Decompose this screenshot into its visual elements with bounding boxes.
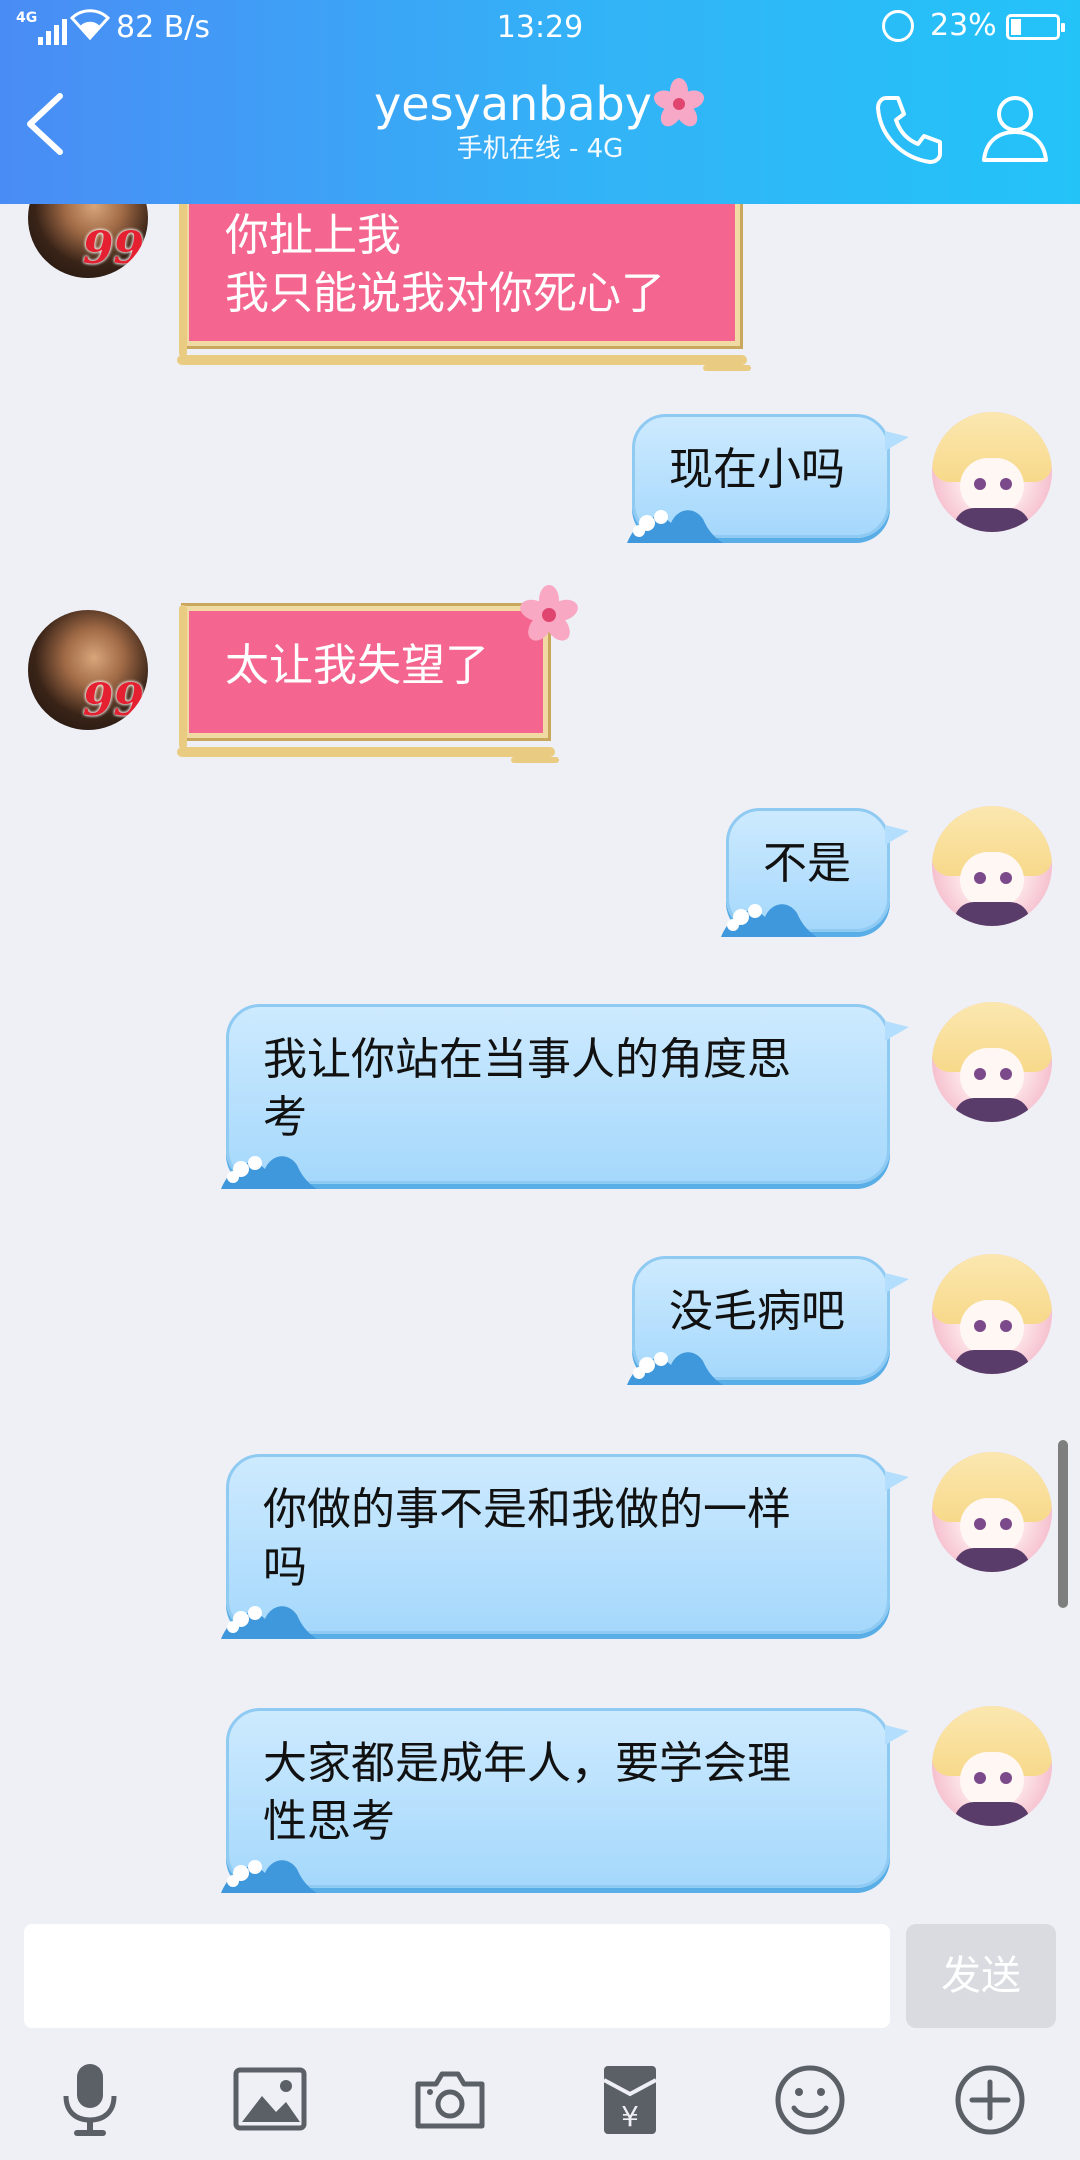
message-text: 我让你站在当事人的角度思 考 [263,1034,791,1143]
rotation-lock-icon [882,10,914,42]
svg-text:¥: ¥ [621,2100,639,2133]
avatar-badge: 99 [82,223,144,274]
message-text: 你扯上我 我只能说我对你死心了 [225,210,665,319]
status-bar: 4G 82 B/s 13:29 23% [0,0,1080,54]
message-bubble-sent[interactable]: 大家都是成年人，要学会理 性思考 [221,1708,909,1893]
my-avatar[interactable] [932,1706,1052,1826]
message-text: 大家都是成年人，要学会理 性思考 [263,1738,791,1847]
avatar-badge: 99 [82,675,144,726]
wave-decoration-icon [721,904,817,937]
my-avatar[interactable] [932,806,1052,926]
message-input[interactable] [24,1924,890,2028]
contact-name: yesyanbaby [374,77,652,131]
send-button[interactable]: 发送 [906,1924,1056,2028]
profile-icon[interactable] [980,92,1050,164]
message-bubble-received[interactable]: 你扯上我 我只能说我对你死心了 [177,183,751,371]
message-text: 你做的事不是和我做的一样 吗 [263,1484,791,1593]
wave-decoration-icon [221,1606,317,1639]
my-avatar[interactable] [932,1254,1052,1374]
emoji-icon[interactable] [770,2060,850,2140]
my-avatar[interactable] [932,1452,1052,1572]
battery-percent: 23% [930,8,997,43]
input-area: 发送 ¥ [0,1902,1080,2160]
wave-decoration-icon [221,1156,317,1189]
cherry-blossom-icon [653,78,704,127]
plus-icon[interactable] [950,2060,1030,2140]
clock: 13:29 [496,10,584,45]
chat-header: 4G 82 B/s 13:29 23% yesyanbaby 手机在线 - 4G [0,0,1080,204]
message-bubble-sent[interactable]: 我让你站在当事人的角度思 考 [221,1004,909,1189]
wave-decoration-icon [627,1352,723,1385]
my-avatar[interactable] [932,1002,1052,1122]
microphone-icon[interactable] [50,2060,130,2140]
message-bubble-sent[interactable]: 没毛病吧 [627,1256,909,1385]
camera-icon[interactable] [410,2060,490,2140]
scrollbar[interactable] [1058,1440,1068,1608]
cherry-blossom-icon [520,585,578,641]
wave-decoration-icon [627,510,723,543]
my-avatar[interactable] [932,412,1052,532]
message-bubble-sent[interactable]: 不是 [721,808,909,937]
message-bubble-sent[interactable]: 现在小吗 [627,414,909,543]
message-text: 太让我失望了 [225,640,489,691]
wave-decoration-icon [221,1860,317,1893]
contact-avatar[interactable]: 99 [28,610,148,730]
message-bubble-received[interactable]: 太让我失望了 [177,585,578,763]
red-packet-icon[interactable]: ¥ [590,2060,670,2140]
image-icon[interactable] [230,2060,310,2140]
message-bubble-sent[interactable]: 你做的事不是和我做的一样 吗 [221,1454,909,1639]
battery-icon [1006,14,1065,40]
phone-call-icon[interactable] [872,92,946,166]
